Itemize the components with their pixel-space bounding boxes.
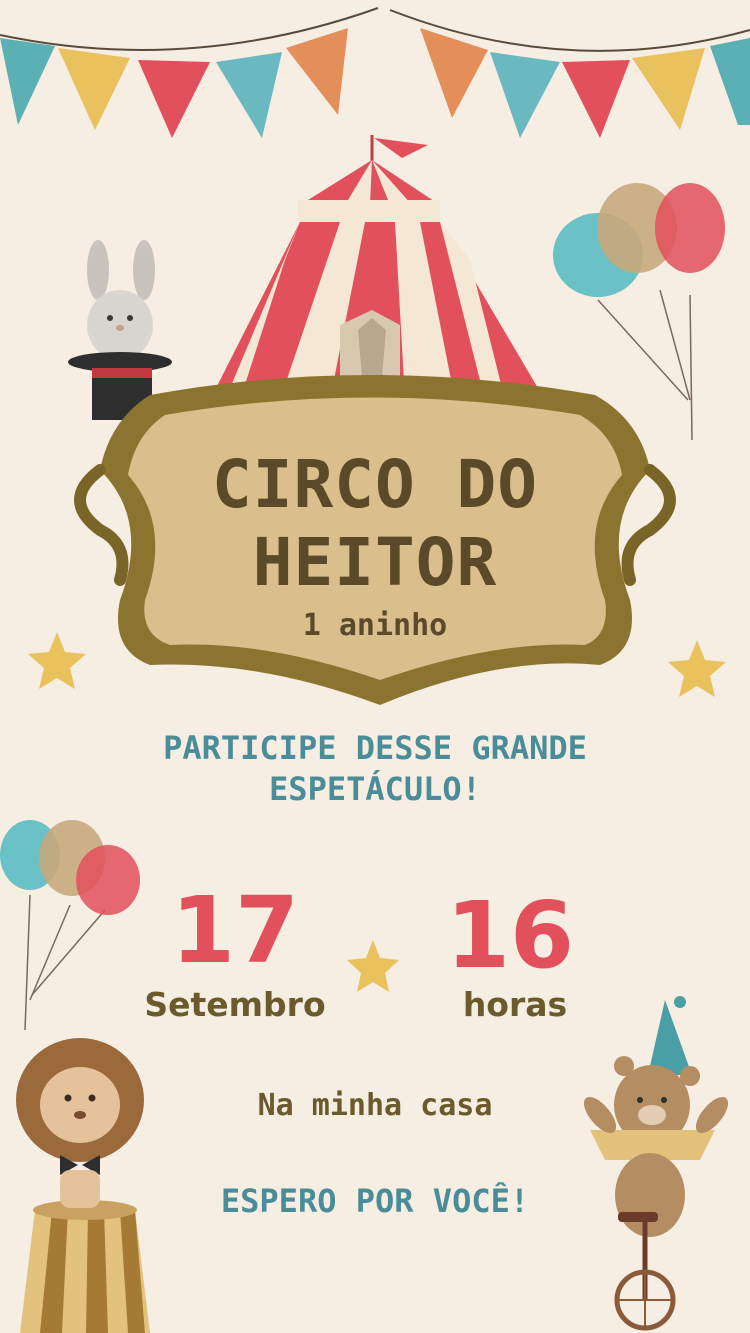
balloons-left bbox=[0, 820, 140, 1031]
invite-line-2: ESPETÁCULO! bbox=[269, 770, 481, 808]
star-center bbox=[347, 940, 399, 992]
date-day: 17 bbox=[170, 877, 300, 984]
circus-tent bbox=[210, 135, 545, 400]
time-hour: 16 bbox=[445, 882, 575, 989]
bunny-in-hat bbox=[68, 240, 172, 420]
bunting-left bbox=[0, 7, 379, 138]
location: Na minha casa bbox=[257, 1088, 493, 1123]
bunting-right bbox=[389, 9, 750, 138]
circus-artwork bbox=[0, 7, 750, 1333]
time-unit: horas bbox=[462, 985, 568, 1024]
bear-on-unicycle bbox=[583, 996, 729, 1331]
invite-line-1: PARTICIPE DESSE GRANDE bbox=[163, 729, 587, 767]
closing-message: ESPERO POR VOCÊ! bbox=[220, 1182, 530, 1220]
subtitle: 1 aninho bbox=[302, 608, 448, 643]
date-month: Setembro bbox=[144, 985, 326, 1024]
title-line-1: CIRCO DO bbox=[212, 446, 538, 523]
invitation-page: CIRCO DO HEITOR 1 aninho PARTICIPE DESSE… bbox=[0, 0, 750, 1333]
star-right bbox=[668, 640, 726, 697]
title-line-2: HEITOR bbox=[252, 524, 498, 601]
